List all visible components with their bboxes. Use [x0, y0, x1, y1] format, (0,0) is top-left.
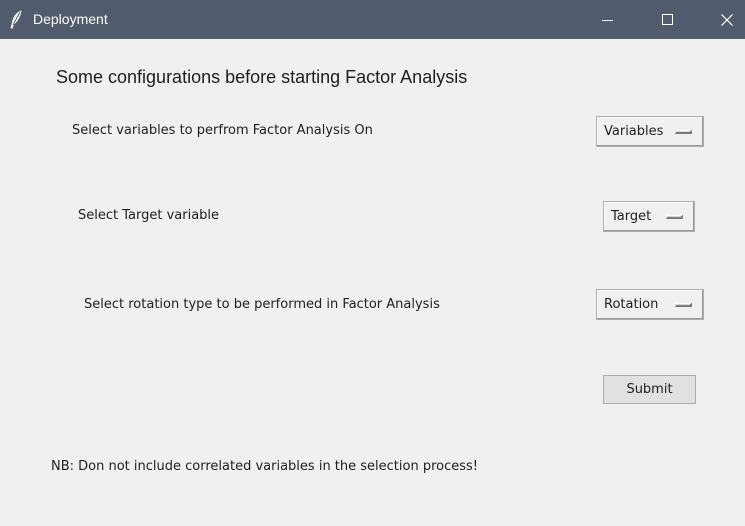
- feather-icon: [9, 10, 23, 29]
- variables-menu-value: Variables: [604, 124, 664, 139]
- rotation-label: Select rotation type to be performed in …: [84, 297, 440, 312]
- page-heading: Some configurations before starting Fact…: [56, 67, 468, 87]
- option-indicator-icon: [666, 215, 683, 219]
- target-label: Select Target variable: [78, 208, 220, 223]
- submit-button[interactable]: Submit: [603, 375, 696, 404]
- maximize-button[interactable]: [645, 0, 691, 39]
- rotation-option-menu[interactable]: Rotation: [596, 289, 704, 320]
- variables-option-menu[interactable]: Variables: [596, 116, 704, 147]
- option-indicator-icon: [675, 303, 692, 307]
- variables-label: Select variables to perfrom Factor Analy…: [72, 123, 373, 138]
- option-indicator-icon: [675, 130, 692, 134]
- window-title: Deployment: [33, 11, 108, 27]
- minimize-button[interactable]: [585, 0, 631, 39]
- close-button[interactable]: [704, 0, 745, 39]
- deployment-window: Deployment Some configurations before st…: [0, 0, 745, 526]
- minimize-icon: [602, 19, 613, 21]
- maximize-icon: [662, 13, 673, 25]
- target-menu-value: Target: [611, 209, 652, 224]
- rotation-menu-value: Rotation: [604, 297, 659, 312]
- close-icon: [721, 13, 733, 26]
- title-bar[interactable]: Deployment: [0, 0, 745, 39]
- target-option-menu[interactable]: Target: [603, 201, 695, 232]
- note-text: NB: Don not include correlated variables…: [51, 459, 479, 474]
